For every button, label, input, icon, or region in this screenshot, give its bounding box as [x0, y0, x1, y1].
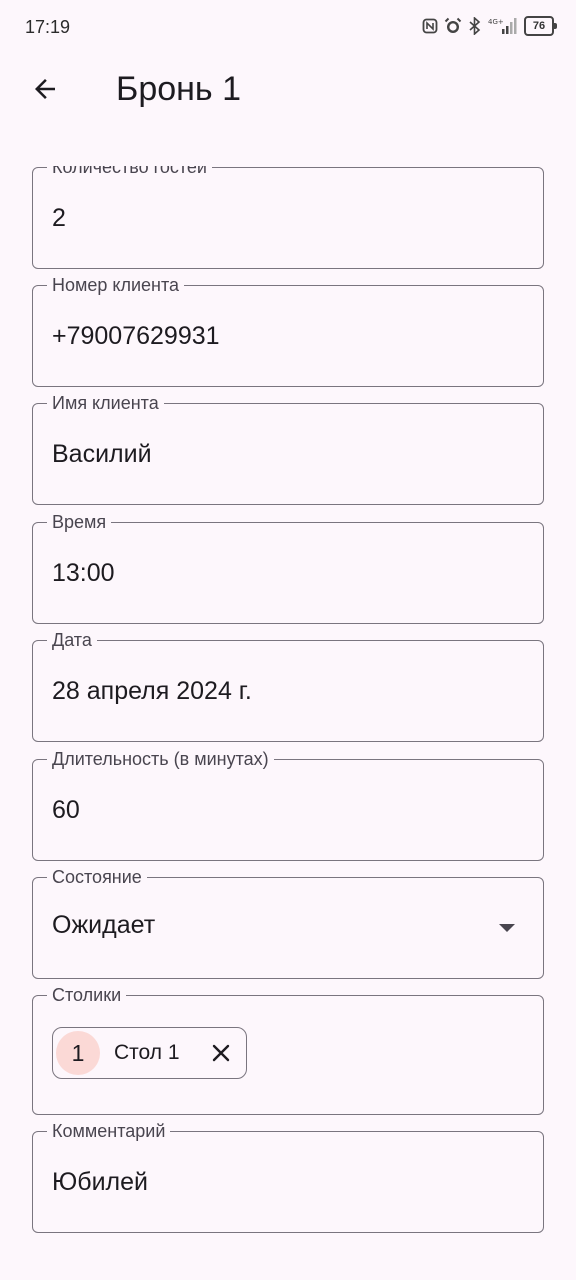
close-icon[interactable]: [210, 1042, 232, 1064]
time-label: Время: [47, 511, 112, 533]
table-chip[interactable]: 1 Стол 1: [52, 1027, 247, 1079]
phone-value: +79007629931: [52, 322, 220, 350]
status-select[interactable]: Состояние Ожидает: [32, 866, 544, 979]
name-value: Василий: [52, 440, 152, 468]
tables-label: Столики: [47, 984, 127, 1006]
duration-value: 60: [52, 796, 80, 824]
duration-label: Длительность (в минутах): [47, 748, 274, 770]
dropdown-arrow-icon[interactable]: [499, 924, 515, 932]
comment-label: Комментарий: [47, 1120, 171, 1142]
comment-field[interactable]: Комментарий Юбилей: [32, 1120, 544, 1233]
comment-value: Юбилей: [52, 1168, 148, 1196]
guests-value: 2: [52, 204, 66, 232]
name-label: Имя клиента: [47, 392, 164, 414]
scroll-clip: [0, 122, 576, 166]
guests-field[interactable]: Количество гостей 2: [32, 156, 544, 269]
tables-field[interactable]: Столики 1 Стол 1: [32, 984, 544, 1115]
duration-field[interactable]: Длительность (в минутах) 60: [32, 748, 544, 861]
time-field[interactable]: Время 13:00: [32, 511, 544, 624]
phone-field[interactable]: Номер клиента +79007629931: [32, 274, 544, 387]
status-value: Ожидает: [52, 911, 156, 939]
phone-label: Номер клиента: [47, 274, 185, 296]
name-field[interactable]: Имя клиента Василий: [32, 392, 544, 505]
date-value: 28 апреля 2024 г.: [52, 677, 252, 705]
chip-label: Стол 1: [114, 1041, 180, 1064]
date-field[interactable]: Дата 28 апреля 2024 г.: [32, 629, 544, 742]
chip-avatar: 1: [56, 1031, 100, 1075]
status-label: Состояние: [47, 866, 147, 888]
booking-form: Количество гостей 2 Номер клиента +79007…: [0, 0, 576, 1280]
date-label: Дата: [47, 629, 97, 651]
time-value: 13:00: [52, 559, 115, 587]
